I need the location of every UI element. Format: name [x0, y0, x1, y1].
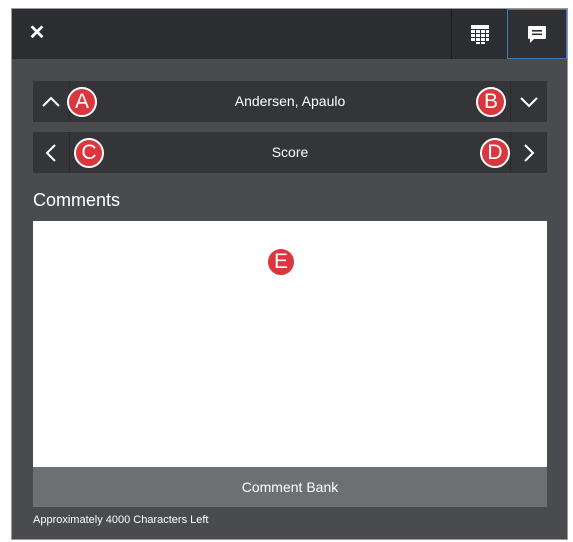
comments-heading: Comments — [33, 190, 121, 210]
field-label: Score — [271, 144, 309, 160]
next-field-button[interactable] — [510, 132, 547, 173]
callout-c: C — [74, 138, 104, 168]
chevron-down-icon — [520, 96, 538, 107]
callout-b: B — [476, 87, 506, 117]
top-toolbar: ✕ — [12, 9, 567, 59]
student-navigator: Andersen, Apaulo — [33, 81, 547, 122]
chevron-right-icon — [524, 143, 535, 162]
field-navigator: Score — [33, 132, 547, 173]
chevron-left-icon — [45, 143, 56, 162]
comments-view-button[interactable] — [507, 9, 567, 59]
next-student-button[interactable] — [510, 81, 547, 122]
comment-icon — [528, 25, 546, 43]
grid-icon — [470, 25, 489, 44]
comments-panel: ✕ Andersen, Apaulo Score Comments Commen… — [11, 8, 568, 540]
gradebook-view-button[interactable] — [451, 9, 507, 59]
close-icon: ✕ — [28, 22, 46, 44]
chevron-up-icon — [42, 96, 60, 107]
callout-a: A — [67, 87, 97, 117]
characters-left-text: Approximately 4000 Characters Left — [33, 514, 209, 526]
comment-bank-button[interactable]: Comment Bank — [33, 467, 547, 507]
previous-student-button[interactable] — [33, 81, 70, 122]
previous-field-button[interactable] — [33, 132, 70, 173]
student-name: Andersen, Apaulo — [234, 93, 346, 109]
close-button[interactable]: ✕ — [26, 22, 48, 44]
callout-d: D — [480, 138, 510, 168]
callout-e: E — [266, 247, 296, 277]
